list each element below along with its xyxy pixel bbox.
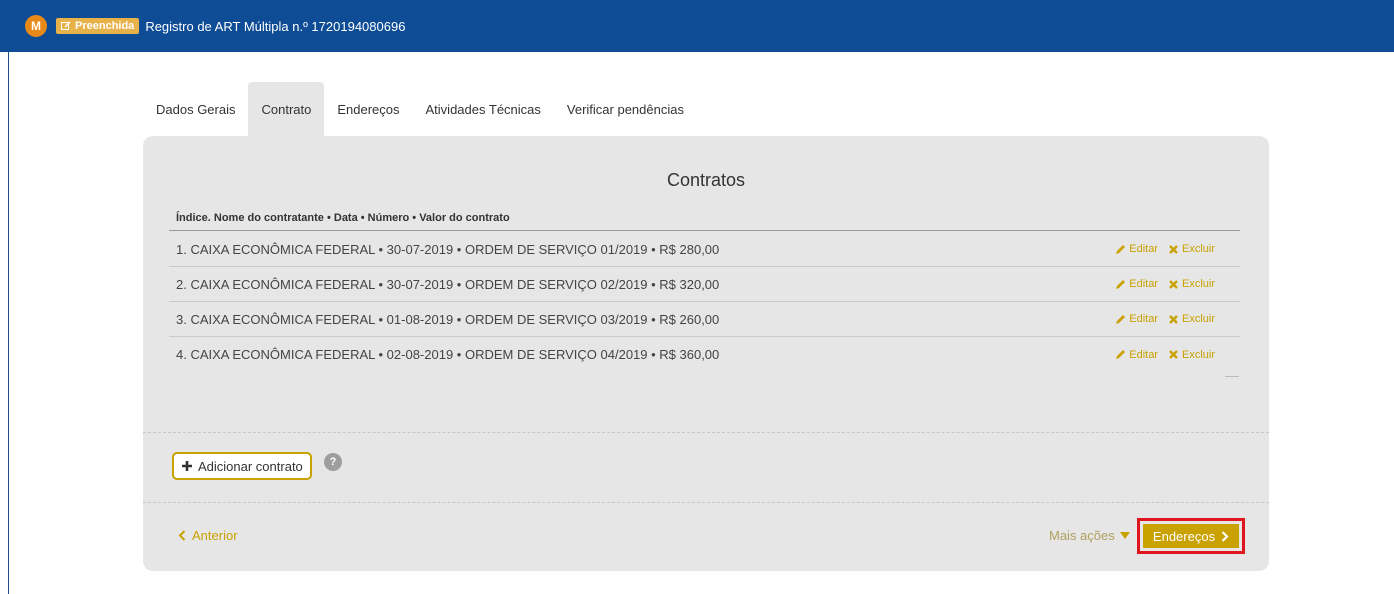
previous-label: Anterior: [192, 528, 238, 543]
top-bar: M Preenchida Registro de ART Múltipla n.…: [0, 0, 1394, 52]
tab-contrato[interactable]: Contrato: [248, 82, 325, 137]
edit-label: Editar: [1129, 278, 1158, 290]
pencil-icon: [1116, 244, 1126, 254]
pencil-icon: [1116, 279, 1126, 289]
delete-label: Excluir: [1181, 243, 1215, 255]
close-icon: [1169, 279, 1178, 289]
edit-icon: [61, 21, 71, 30]
tab-verificar-pendencias[interactable]: Verificar pendências: [554, 82, 697, 137]
contracts-list: 1. CAIXA ECONÔMICA FEDERAL • 30-07-2019 …: [169, 232, 1240, 372]
add-contract-label: Adicionar contrato: [198, 458, 303, 474]
close-icon: [1169, 350, 1178, 359]
list-item: 4. CAIXA ECONÔMICA FEDERAL • 02-08-2019 …: [169, 337, 1240, 372]
edit-label: Editar: [1129, 243, 1158, 255]
list-end-divider: [1225, 376, 1239, 377]
section-divider: [143, 432, 1269, 433]
footer-divider: [143, 502, 1269, 503]
list-item: 1. CAIXA ECONÔMICA FEDERAL • 30-07-2019 …: [169, 232, 1240, 267]
edit-button[interactable]: Editar: [1115, 313, 1158, 325]
header-content: M Preenchida Registro de ART Múltipla n.…: [25, 0, 405, 52]
contracts-panel: Contratos Índice. Nome do contratante • …: [143, 136, 1269, 571]
next-button[interactable]: Endereços: [1143, 524, 1239, 548]
tab-bar: Dados Gerais Contrato Endereços Atividad…: [143, 82, 697, 137]
more-actions-dropdown[interactable]: Mais ações: [1049, 528, 1130, 543]
left-border: [8, 52, 9, 594]
delete-button[interactable]: Excluir: [1168, 278, 1215, 290]
delete-label: Excluir: [1181, 278, 1215, 290]
row-actions: Editar Excluir: [1115, 313, 1240, 325]
chevron-right-icon: [1221, 530, 1229, 542]
delete-label: Excluir: [1181, 313, 1215, 325]
contract-text: 1. CAIXA ECONÔMICA FEDERAL • 30-07-2019 …: [176, 241, 720, 257]
contract-text: 3. CAIXA ECONÔMICA FEDERAL • 01-08-2019 …: [176, 311, 720, 327]
pencil-icon: [1116, 350, 1126, 359]
next-label: Endereços: [1152, 528, 1216, 544]
pencil-icon: [1116, 314, 1126, 324]
close-icon: [1169, 244, 1178, 254]
chevron-left-icon: [178, 530, 186, 541]
row-actions: Editar Excluir: [1115, 243, 1240, 255]
panel-title: Contratos: [666, 170, 746, 190]
delete-button[interactable]: Excluir: [1168, 349, 1215, 361]
tab-enderecos[interactable]: Endereços: [324, 82, 412, 137]
edit-button[interactable]: Editar: [1115, 349, 1158, 361]
delete-label: Excluir: [1181, 348, 1215, 361]
tab-atividades-tecnicas[interactable]: Atividades Técnicas: [413, 82, 554, 137]
tab-dados-gerais[interactable]: Dados Gerais: [143, 82, 248, 137]
list-header: Índice. Nome do contratante • Data • Núm…: [176, 212, 510, 224]
edit-label: Editar: [1129, 313, 1158, 325]
row-actions: Editar Excluir: [1115, 349, 1240, 361]
close-icon: [1169, 314, 1178, 324]
contract-text: 4. CAIXA ECONÔMICA FEDERAL • 02-08-2019 …: [176, 347, 720, 362]
status-badge: Preenchida: [56, 18, 140, 34]
page-title: Registro de ART Múltipla n.º 17201940806…: [145, 18, 406, 34]
more-actions-label: Mais ações: [1049, 528, 1115, 543]
previous-button[interactable]: Anterior: [178, 528, 238, 543]
row-actions: Editar Excluir: [1115, 278, 1240, 290]
header-divider: [169, 230, 1240, 231]
delete-button[interactable]: Excluir: [1168, 313, 1215, 325]
caret-down-icon: [1119, 532, 1130, 539]
add-contract-button[interactable]: Adicionar contrato: [172, 452, 312, 480]
list-item: 2. CAIXA ECONÔMICA FEDERAL • 30-07-2019 …: [169, 267, 1240, 302]
edit-button[interactable]: Editar: [1115, 278, 1158, 290]
edit-label: Editar: [1129, 348, 1158, 361]
delete-button[interactable]: Excluir: [1168, 243, 1215, 255]
edit-button[interactable]: Editar: [1115, 243, 1158, 255]
avatar[interactable]: M: [25, 15, 47, 37]
status-badge-label: Preenchida: [75, 20, 135, 32]
plus-icon: [182, 461, 192, 471]
help-icon[interactable]: ?: [324, 453, 342, 471]
contract-text: 2. CAIXA ECONÔMICA FEDERAL • 30-07-2019 …: [176, 276, 720, 292]
list-item: 3. CAIXA ECONÔMICA FEDERAL • 01-08-2019 …: [169, 302, 1240, 337]
